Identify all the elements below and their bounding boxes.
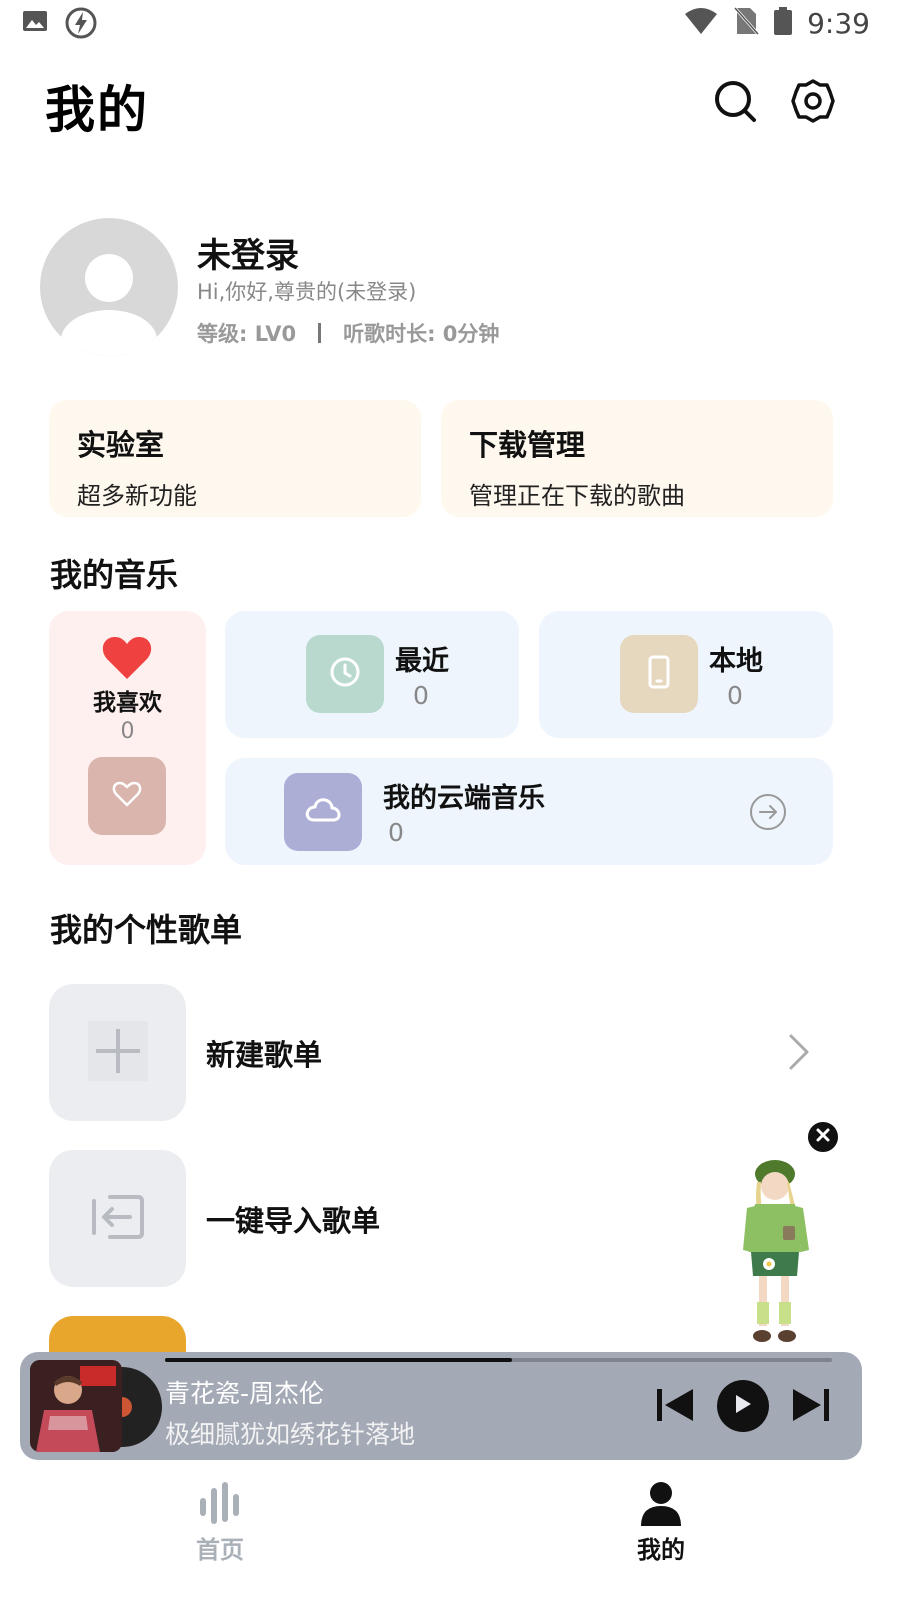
listen-time: 听歌时长: 0分钟 xyxy=(343,322,500,346)
status-time: 9:39 xyxy=(807,6,870,40)
nav-label-mine: 我的 xyxy=(637,1536,685,1564)
favorites-count: 0 xyxy=(120,719,135,744)
stat-divider xyxy=(318,323,322,343)
heart-outline-icon xyxy=(112,780,142,812)
new-playlist-row[interactable]: 新建歌单 xyxy=(49,984,829,1122)
download-card-subtitle: 管理正在下载的歌曲 xyxy=(469,482,685,510)
play-button[interactable] xyxy=(717,1380,769,1432)
album-art[interactable] xyxy=(30,1360,122,1452)
nav-label-home: 首页 xyxy=(196,1536,244,1564)
profile-stats: 等级: LV0 听歌时长: 0分钟 xyxy=(197,318,499,348)
cloud-music-count: 0 xyxy=(388,818,404,847)
image-icon xyxy=(20,6,50,44)
my-music-title: 我的音乐 xyxy=(50,556,179,594)
header: 我的 xyxy=(0,60,900,150)
phone-icon xyxy=(644,654,674,694)
mascot-close-button[interactable] xyxy=(806,1120,840,1154)
song-title[interactable]: 青花瓷-周杰伦 xyxy=(165,1374,324,1410)
play-icon xyxy=(733,1393,753,1419)
import-playlist-label: 一键导入歌单 xyxy=(206,1204,381,1238)
status-bar: 9:39 xyxy=(0,0,900,50)
import-playlist-row[interactable]: 一键导入歌单 xyxy=(49,1150,669,1288)
battery-icon xyxy=(773,6,793,40)
import-playlist-thumb xyxy=(49,1150,186,1287)
profile-name[interactable]: 未登录 xyxy=(197,228,299,277)
import-icon xyxy=(90,1191,146,1247)
plus-icon xyxy=(87,1020,148,1085)
skip-next-icon xyxy=(791,1387,831,1427)
no-sim-icon xyxy=(733,6,760,40)
wifi-icon xyxy=(683,6,719,40)
favorites-label: 我喜欢 xyxy=(93,690,162,716)
search-icon xyxy=(712,78,758,128)
lab-card-title: 实验室 xyxy=(77,428,165,462)
local-label: 本地 xyxy=(709,646,763,677)
nav-item-home[interactable]: 首页 xyxy=(160,1470,280,1600)
next-button[interactable] xyxy=(790,1382,832,1432)
cloud-music-card[interactable]: 我的云端音乐 0 xyxy=(225,758,833,865)
recent-label: 最近 xyxy=(395,646,449,677)
user-level: 等级: LV0 xyxy=(197,322,297,346)
download-card-title: 下载管理 xyxy=(469,428,586,462)
cloud-music-label: 我的云端音乐 xyxy=(383,783,545,814)
bottom-nav: 首页 我的 xyxy=(0,1470,900,1600)
lab-card-subtitle: 超多新功能 xyxy=(77,482,197,510)
avatar[interactable] xyxy=(40,218,178,356)
local-count: 0 xyxy=(727,681,743,710)
previous-button[interactable] xyxy=(654,1382,696,1432)
gear-icon xyxy=(790,78,836,128)
local-icon-tile xyxy=(620,635,698,713)
recent-card[interactable]: 最近 0 xyxy=(225,611,519,738)
flash-circle-icon xyxy=(64,6,98,44)
mascot-character[interactable] xyxy=(725,1152,825,1352)
user-icon xyxy=(636,1478,686,1528)
favorites-play-button[interactable] xyxy=(88,757,166,835)
new-playlist-label: 新建歌单 xyxy=(206,1038,323,1072)
lab-card[interactable]: 实验室 超多新功能 xyxy=(49,400,421,517)
favorites-card[interactable]: 我喜欢 0 xyxy=(49,611,206,865)
cloud-icon xyxy=(304,795,342,829)
recent-icon-tile xyxy=(306,635,384,713)
profile-section[interactable]: 未登录 Hi,你好,尊贵的(未登录) 等级: LV0 听歌时长: 0分钟 xyxy=(40,218,860,358)
recent-count: 0 xyxy=(413,681,429,710)
progress-bar[interactable] xyxy=(165,1358,832,1362)
progress-fill xyxy=(165,1358,512,1362)
download-manager-card[interactable]: 下载管理 管理正在下载的歌曲 xyxy=(441,400,833,517)
settings-button[interactable] xyxy=(788,78,838,128)
equalizer-icon xyxy=(195,1478,245,1528)
search-button[interactable] xyxy=(710,78,760,128)
close-icon xyxy=(815,1127,831,1147)
heart-icon xyxy=(101,635,153,681)
new-playlist-thumb xyxy=(49,984,186,1121)
nav-item-mine[interactable]: 我的 xyxy=(601,1470,721,1600)
page-title: 我的 xyxy=(45,81,149,139)
mini-player[interactable]: 青花瓷-周杰伦 极细腻犹如绣花针落地 xyxy=(20,1352,862,1460)
skip-previous-icon xyxy=(655,1387,695,1427)
song-lyric: 极细腻犹如绣花针落地 xyxy=(165,1420,416,1449)
playlists-title: 我的个性歌单 xyxy=(50,911,243,949)
clock-icon xyxy=(328,655,362,693)
local-card[interactable]: 本地 0 xyxy=(539,611,833,738)
profile-greeting: Hi,你好,尊贵的(未登录) xyxy=(197,280,417,304)
chevron-right-icon xyxy=(787,1032,811,1072)
cloud-icon-tile xyxy=(284,773,362,851)
arrow-right-circle-icon[interactable] xyxy=(749,793,787,835)
